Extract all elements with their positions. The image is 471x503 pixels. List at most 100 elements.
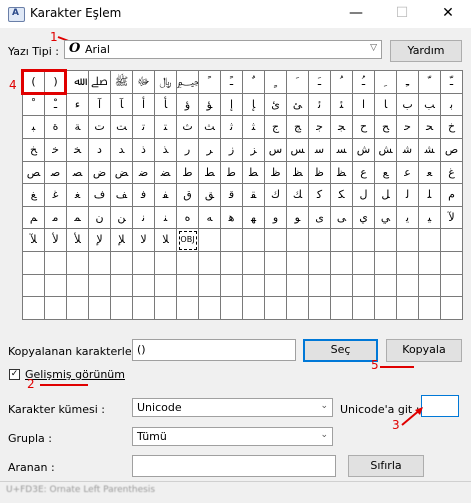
character-cell[interactable]: ﻅ <box>265 161 287 185</box>
character-cell[interactable]: ﻚ <box>287 184 309 207</box>
character-cell[interactable] <box>23 274 45 298</box>
unicode-goto-input[interactable] <box>421 395 459 417</box>
character-cell[interactable]: ﺈ <box>243 93 265 117</box>
character-cell[interactable] <box>199 229 221 253</box>
character-cell[interactable] <box>265 297 287 320</box>
character-cell[interactable]: ﷼ <box>155 71 177 94</box>
character-cell[interactable]: ﺇ <box>221 93 243 117</box>
character-cell[interactable]: ﻰ <box>331 206 353 230</box>
character-cell[interactable]: ﺹ <box>441 138 463 162</box>
character-cell[interactable] <box>397 229 419 253</box>
character-cell[interactable] <box>309 229 331 253</box>
character-cell[interactable]: ﻎ <box>23 184 45 207</box>
character-cell[interactable]: ﺠ <box>331 116 353 139</box>
character-cell[interactable]: ﺬ <box>155 138 177 162</box>
character-cell[interactable]: ﻉ <box>353 161 375 185</box>
character-cell[interactable] <box>45 297 67 320</box>
character-cell[interactable]: ﹿ <box>45 93 67 117</box>
character-cell[interactable] <box>221 297 243 320</box>
character-cell[interactable]: ﹶ <box>287 71 309 94</box>
character-cell[interactable]: ﹽ <box>441 71 463 94</box>
character-cell[interactable] <box>397 297 419 320</box>
character-cell[interactable]: ﺘ <box>155 116 177 139</box>
character-cell[interactable]: ﺖ <box>111 116 133 139</box>
character-cell[interactable] <box>265 252 287 275</box>
character-cell[interactable]: ﷻ <box>133 71 155 94</box>
character-cell[interactable]: ﺴ <box>331 138 353 162</box>
character-cell[interactable] <box>199 297 221 320</box>
character-cell[interactable]: ﻶ <box>23 229 45 253</box>
character-cell[interactable]: ﺶ <box>375 138 397 162</box>
character-cell[interactable]: ﺲ <box>287 138 309 162</box>
character-cell[interactable]: ﻀ <box>155 161 177 185</box>
character-cell[interactable]: ﻘ <box>243 184 265 207</box>
character-cell[interactable]: ﹹ <box>353 71 375 94</box>
character-cell[interactable]: ﻴ <box>419 206 441 230</box>
character-cell[interactable]: ﺁ <box>89 93 111 117</box>
character-cell[interactable] <box>221 229 243 253</box>
character-cell[interactable]: ﻃ <box>221 161 243 185</box>
character-cell[interactable]: ﺙ <box>177 116 199 139</box>
character-cell[interactable]: ﺽ <box>89 161 111 185</box>
character-cell[interactable]: ﻌ <box>419 161 441 185</box>
font-dropdown[interactable]: O Arial ▽ <box>64 40 382 59</box>
character-cell[interactable]: ﻓ <box>133 184 155 207</box>
character-cell[interactable] <box>221 274 243 298</box>
character-cell[interactable] <box>287 252 309 275</box>
character-cell[interactable] <box>353 229 375 253</box>
character-cell[interactable] <box>67 297 89 320</box>
character-cell[interactable]: ﻋ <box>397 161 419 185</box>
close-button[interactable]: ✕ <box>425 0 471 28</box>
character-cell[interactable]: ﻠ <box>419 184 441 207</box>
character-cell[interactable]: ﺌ <box>331 93 353 117</box>
character-cell[interactable] <box>397 274 419 298</box>
character-cell[interactable]: ﺵ <box>353 138 375 162</box>
character-cell[interactable] <box>419 229 441 253</box>
character-cell[interactable]: ﺉ <box>265 93 287 117</box>
character-cell[interactable] <box>133 274 155 298</box>
character-cell[interactable] <box>155 297 177 320</box>
copied-characters-field[interactable]: () <box>132 339 296 361</box>
character-cell[interactable]: ﻪ <box>199 206 221 230</box>
character-cell[interactable]: ﻯ <box>309 206 331 230</box>
select-button[interactable]: Seç <box>303 339 378 362</box>
character-cell[interactable]: ﻼ <box>155 229 177 253</box>
maximize-button[interactable]: ☐ <box>379 0 425 28</box>
character-cell[interactable]: ﻜ <box>331 184 353 207</box>
character-cell[interactable]: ﻖ <box>199 184 221 207</box>
character-cell[interactable] <box>287 297 309 320</box>
character-cell[interactable]: ﺓ <box>45 116 67 139</box>
character-cell[interactable]: ﺳ <box>309 138 331 162</box>
character-cell[interactable]: ﻔ <box>155 184 177 207</box>
character-cell[interactable] <box>199 252 221 275</box>
character-cell[interactable]: ﺮ <box>199 138 221 162</box>
character-cell[interactable] <box>133 252 155 275</box>
character-cell[interactable]: ﻳ <box>397 206 419 230</box>
character-cell[interactable]: ﻍ <box>441 161 463 185</box>
search-input[interactable] <box>132 455 336 477</box>
character-cell[interactable] <box>375 297 397 320</box>
character-cell[interactable] <box>353 297 375 320</box>
character-cell[interactable] <box>89 297 111 320</box>
character-cell[interactable]: ﺞ <box>287 116 309 139</box>
minimize-button[interactable]: — <box>333 0 379 28</box>
character-cell[interactable] <box>309 274 331 298</box>
character-cell[interactable]: ﺀ <box>67 93 89 117</box>
character-cell[interactable]: ﺕ <box>89 116 111 139</box>
character-cell[interactable] <box>265 274 287 298</box>
advanced-view-checkbox[interactable]: ✓ <box>9 369 20 380</box>
character-cell[interactable]: ﺜ <box>243 116 265 139</box>
character-cell[interactable] <box>331 252 353 275</box>
character-cell[interactable]: ﻆ <box>287 161 309 185</box>
character-cell[interactable]: ﺧ <box>45 138 67 162</box>
character-cell[interactable]: ﹻ <box>397 71 419 94</box>
clear-search-button[interactable]: Sıfırla <box>348 455 424 477</box>
character-cell[interactable]: ﺅ <box>177 93 199 117</box>
character-cell[interactable]: ﺪ <box>111 138 133 162</box>
group-dropdown[interactable]: Tümü ⌄ <box>132 427 333 446</box>
character-cell[interactable] <box>287 229 309 253</box>
character-cell[interactable]: ﻂ <box>199 161 221 185</box>
character-cell[interactable]: ﹲ <box>243 71 265 94</box>
character-cell[interactable] <box>243 274 265 298</box>
character-cell[interactable] <box>309 297 331 320</box>
